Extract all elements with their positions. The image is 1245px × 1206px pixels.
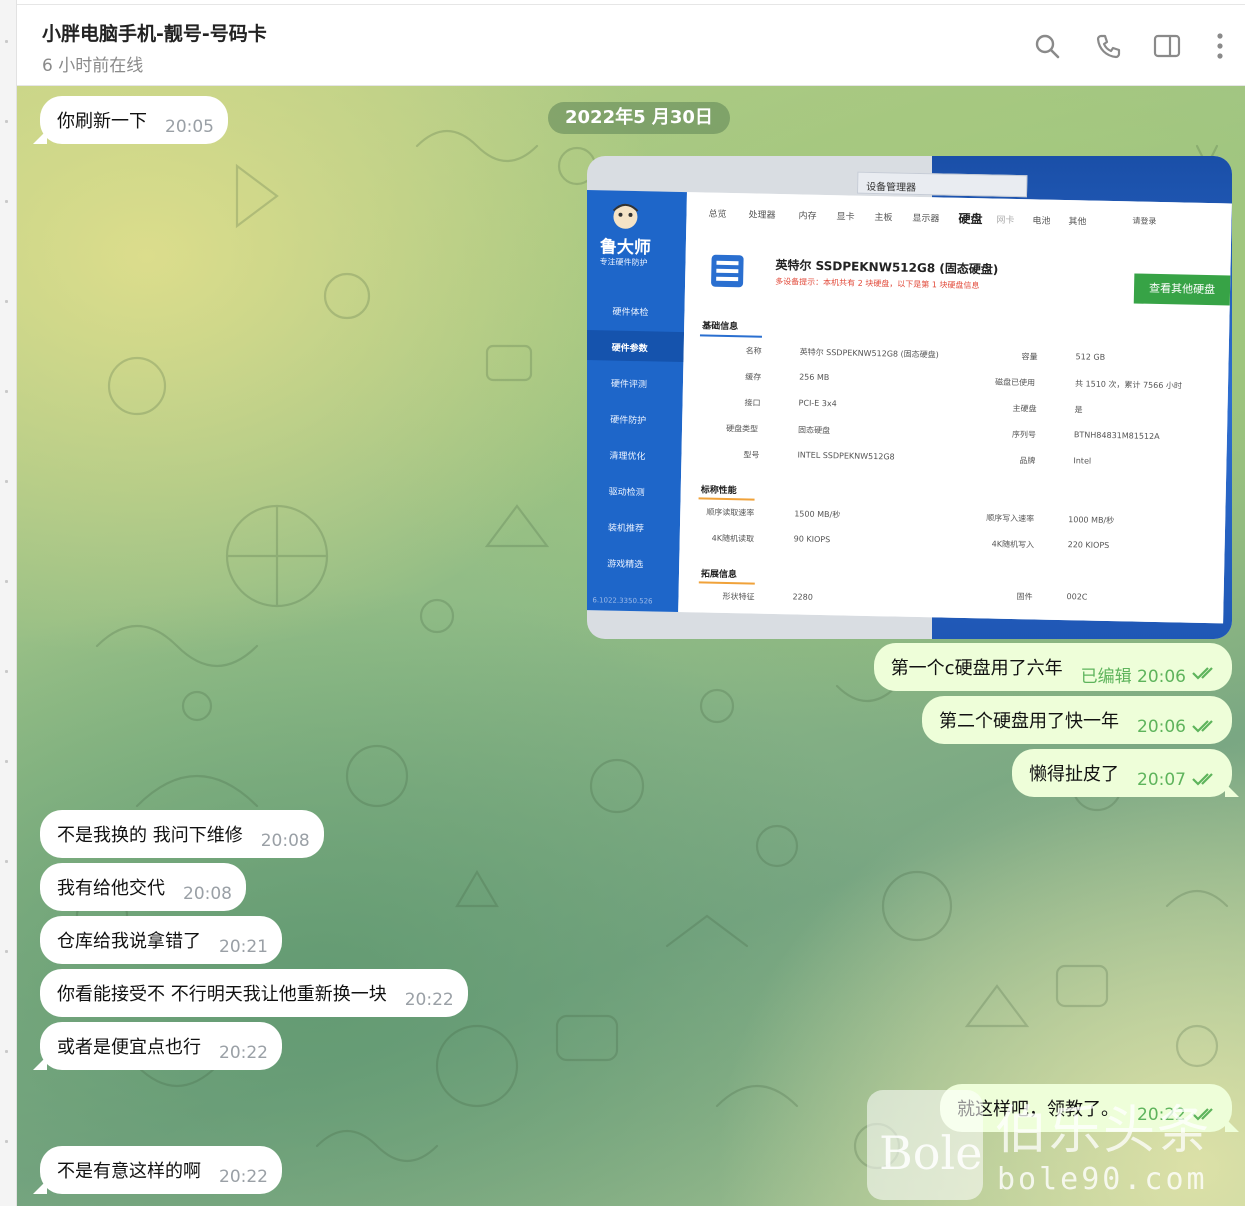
message-in[interactable]: 不是我换的 我问下维修 20:08 — [40, 810, 324, 858]
message-text: 或者是便宜点也行 — [57, 1037, 201, 1058]
read-checkmarks-icon — [1192, 770, 1218, 791]
sidebar-toggle-icon[interactable] — [1150, 29, 1184, 63]
read-checkmarks-icon — [1192, 1105, 1218, 1126]
message-time: 20:05 — [165, 117, 214, 137]
message-out[interactable]: 第二个硬盘用了快一年 20:06 — [922, 696, 1232, 744]
message-text: 第二个硬盘用了快一年 — [939, 711, 1119, 732]
message-text: 第一个c硬盘用了六年 — [890, 658, 1063, 679]
message-in[interactable]: 你看能接受不 不行明天我让他重新换一块 20:22 — [40, 969, 468, 1017]
disk-icon — [711, 254, 744, 288]
message-time: 20:07 — [1137, 770, 1186, 790]
message-out[interactable]: 懒得扯皮了 20:07 — [1012, 749, 1239, 797]
message-text: 我有给他交代 — [57, 878, 165, 899]
message-in[interactable]: 或者是便宜点也行 20:22 — [33, 1022, 282, 1070]
message-in[interactable]: 仓库给我说拿错了 20:21 — [40, 916, 282, 964]
photo-sidebar: 鲁大师 专注硬件防护 硬件体检 硬件参数 硬件评测 硬件防护 清理优化 驱动检测… — [587, 190, 687, 613]
read-checkmarks-icon — [1192, 717, 1218, 738]
message-text: 就这样吧，领教了。 — [957, 1099, 1119, 1120]
message-text: 你看能接受不 不行明天我让他重新换一块 — [57, 984, 387, 1005]
photo-content: 设备管理器 鲁大师 专注硬件防护 硬件体检 硬件参数 硬件评测 硬件防护 清理优… — [587, 171, 1232, 624]
message-in[interactable]: 不是有意这样的啊 20:22 — [33, 1146, 282, 1194]
message-time: 已编辑 20:06 — [1080, 666, 1186, 687]
message-text: 不是有意这样的啊 — [57, 1161, 201, 1182]
message-time: 20:22 — [404, 990, 454, 1010]
read-checkmarks-icon — [1192, 664, 1218, 685]
message-time: 20:06 — [1137, 717, 1186, 737]
chat-status: 6 小时前在线 — [42, 56, 144, 76]
message-text: 不是我换的 我问下维修 — [57, 825, 243, 846]
date-divider: 2022年5 月30日 — [548, 102, 730, 134]
chat-header: 小胖电脑手机-靓号-号码卡 6 小时前在线 — [17, 4, 1245, 86]
message-in[interactable]: 你刷新一下 20:05 — [33, 96, 228, 144]
message-time: 20:08 — [260, 831, 310, 851]
message-time: 20:21 — [219, 937, 268, 957]
chat-title[interactable]: 小胖电脑手机-靓号-号码卡 — [42, 19, 267, 46]
message-time: 20:08 — [183, 884, 232, 904]
left-panel-edge — [0, 0, 17, 1206]
message-time: 20:22 — [1137, 1105, 1186, 1125]
photo-message[interactable]: 设备管理器 鲁大师 专注硬件防护 硬件体检 硬件参数 硬件评测 硬件防护 清理优… — [587, 156, 1232, 639]
mascot-icon — [612, 203, 639, 229]
chat-area[interactable]: 2022年5 月30日 你刷新一下 20:05 不是我换的 我问下维修 20:0… — [17, 86, 1245, 1206]
message-time: 20:22 — [219, 1043, 268, 1063]
message-text: 仓库给我说拿错了 — [57, 931, 201, 952]
more-options-icon[interactable] — [1203, 29, 1237, 63]
message-in[interactable]: 我有给他交代 20:08 — [40, 863, 246, 911]
photo-main-panel: 总览 处理器 内存 显卡 主板 显示器 硬盘 网卡 电池 其他 请登录 英特尔 … — [678, 192, 1232, 624]
search-icon[interactable] — [1030, 29, 1064, 63]
message-time: 20:22 — [219, 1167, 268, 1187]
message-text: 懒得扯皮了 — [1029, 764, 1119, 785]
phone-icon[interactable] — [1091, 29, 1125, 63]
message-out[interactable]: 第一个c硬盘用了六年 已编辑 20:06 — [873, 643, 1232, 691]
message-out[interactable]: 就这样吧，领教了。 20:22 — [940, 1084, 1239, 1132]
message-text: 你刷新一下 — [57, 111, 147, 132]
